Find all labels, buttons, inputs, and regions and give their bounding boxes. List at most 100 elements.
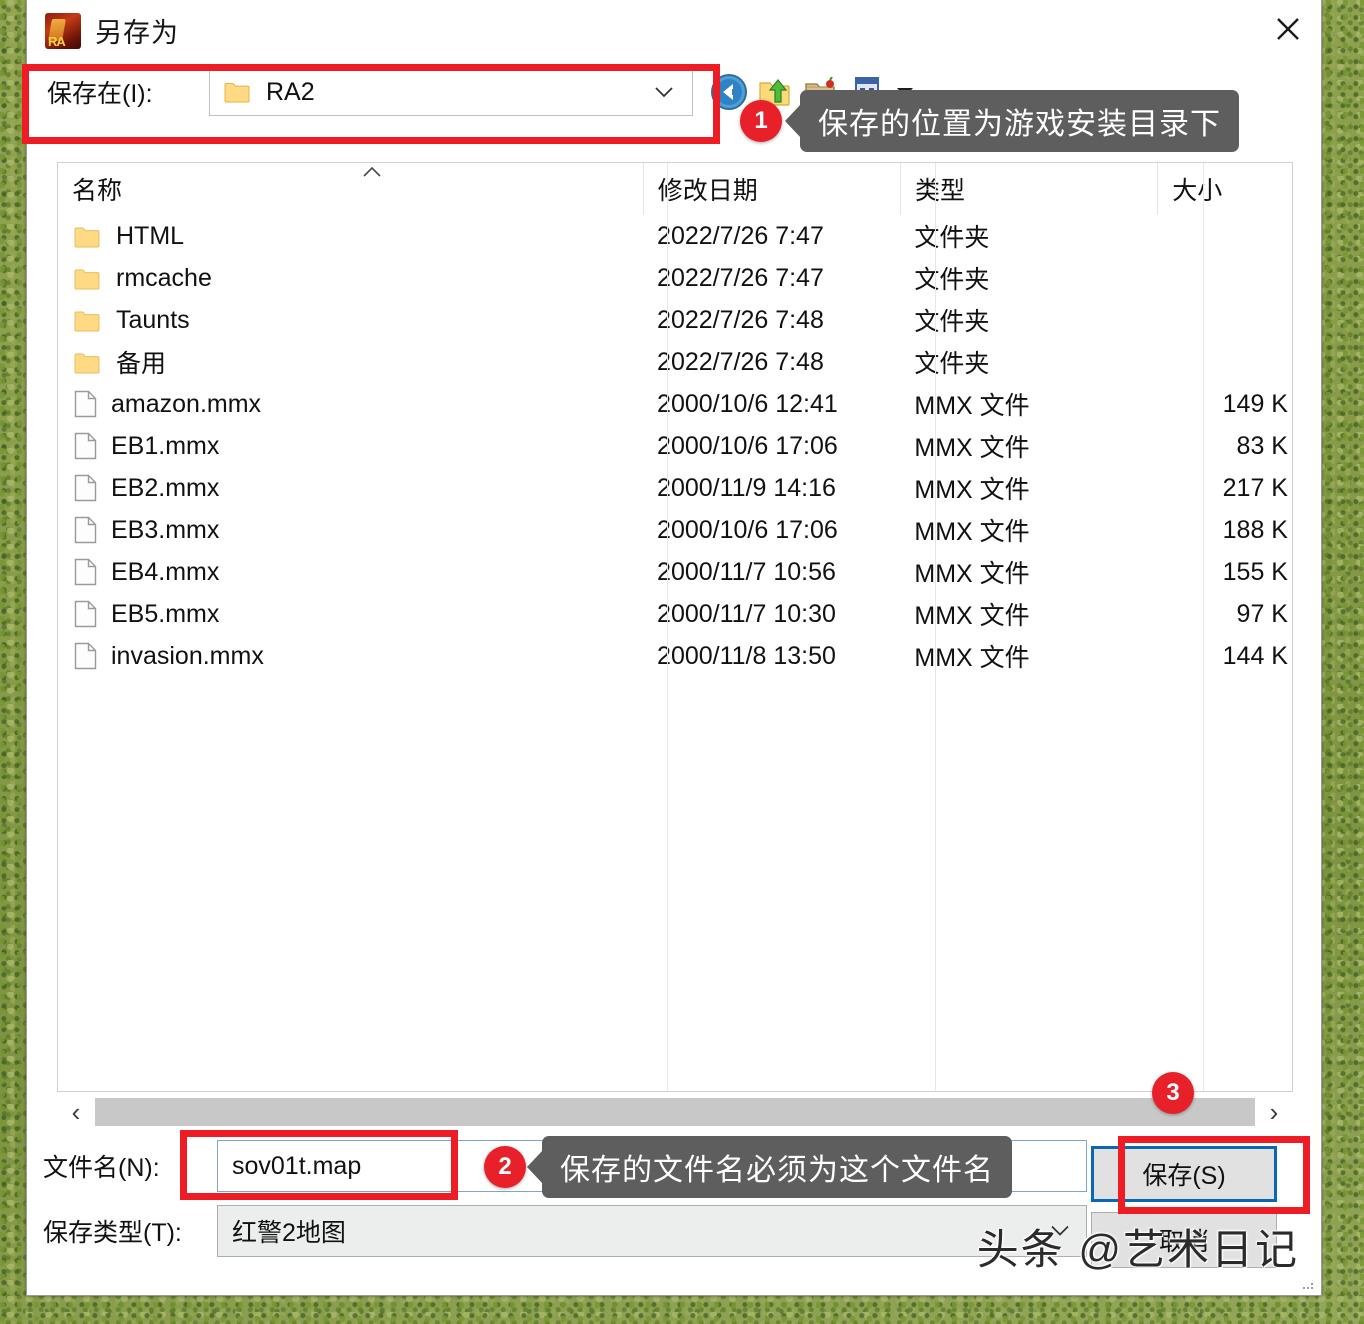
column-header-name[interactable]: 名称 — [58, 163, 643, 215]
file-list[interactable]: 名称 修改日期 类型 大小 HTML 2022/7/26 7:47 文件夹 rmcac… — [57, 162, 1293, 1092]
scrollbar-thumb[interactable] — [95, 1098, 1255, 1126]
cell-date: 2000/10/6 12:41 — [657, 389, 838, 418]
cell-name: EB5.mmx — [58, 600, 643, 629]
column-header-size[interactable]: 大小 — [1157, 163, 1292, 215]
watermark: 头条 @艺术日记 — [976, 1226, 1299, 1273]
table-row[interactable]: EB3.mmx 2000/10/6 17:06 MMX 文件 188 K — [58, 509, 1292, 551]
cell-size: 97 K — [1236, 599, 1288, 628]
chevron-down-icon[interactable] — [654, 86, 674, 99]
folder-icon — [74, 269, 100, 289]
cell-name: HTML — [58, 222, 643, 251]
cell-name: EB4.mmx — [58, 558, 643, 587]
file-name-label: amazon.mmx — [111, 389, 262, 418]
cell-date: 2000/10/6 17:06 — [657, 515, 838, 544]
look-in-combobox[interactable]: RA2 — [209, 68, 693, 116]
resize-grip-icon[interactable] — [1301, 1277, 1315, 1291]
file-icon — [74, 516, 97, 544]
look-in-label: 保存在(I): — [47, 80, 153, 108]
horizontal-scrollbar[interactable]: ‹ › — [57, 1094, 1293, 1130]
save-button[interactable]: 保存(S) — [1091, 1146, 1277, 1202]
cell-date: 2022/7/26 7:47 — [657, 221, 824, 250]
sort-ascending-icon — [363, 166, 381, 177]
file-icon — [74, 558, 97, 586]
cell-type: 文件夹 — [914, 224, 990, 252]
cell-type: MMX 文件 — [914, 602, 1030, 630]
step-badge-3: 3 — [1152, 1072, 1194, 1114]
close-icon[interactable] — [1255, 0, 1321, 58]
cell-size: 188 K — [1222, 515, 1288, 544]
cell-date: 2000/11/8 13:50 — [657, 641, 836, 670]
file-name-label: EB1.mmx — [111, 431, 220, 460]
cell-name: EB1.mmx — [58, 432, 643, 461]
title-bar: 另存为 — [27, 0, 1321, 61]
table-row[interactable]: EB2.mmx 2000/11/9 14:16 MMX 文件 217 K — [58, 467, 1292, 509]
cell-date: 2000/11/7 10:56 — [657, 557, 836, 586]
file-name-label: invasion.mmx — [111, 641, 264, 670]
table-row[interactable]: HTML 2022/7/26 7:47 文件夹 — [58, 215, 1292, 257]
table-row[interactable]: amazon.mmx 2000/10/6 12:41 MMX 文件 149 K — [58, 383, 1292, 425]
table-row[interactable]: 备用 2022/7/26 7:48 文件夹 — [58, 341, 1292, 383]
cell-type: MMX 文件 — [914, 434, 1030, 462]
cell-name: Taunts — [58, 306, 643, 335]
scroll-right-arrow[interactable]: › — [1255, 1094, 1293, 1130]
filetype-row: 保存类型(T): 红警2地图 — [35, 1205, 1087, 1257]
file-list-header: 名称 修改日期 类型 大小 — [58, 163, 1292, 215]
file-name-label: rmcache — [116, 263, 212, 292]
cell-type: MMX 文件 — [914, 560, 1030, 588]
table-row[interactable]: EB1.mmx 2000/10/6 17:06 MMX 文件 83 K — [58, 425, 1292, 467]
file-name-label: Taunts — [116, 305, 190, 334]
cell-name: EB3.mmx — [58, 516, 643, 545]
cell-size: 217 K — [1222, 473, 1288, 502]
folder-icon — [74, 227, 100, 247]
cell-type: MMX 文件 — [914, 644, 1030, 672]
table-row[interactable]: EB5.mmx 2000/11/7 10:30 MMX 文件 97 K — [58, 593, 1292, 635]
cell-type: MMX 文件 — [914, 476, 1030, 504]
folder-icon — [74, 311, 100, 331]
table-row[interactable]: EB4.mmx 2000/11/7 10:56 MMX 文件 155 K — [58, 551, 1292, 593]
cell-date: 2000/11/9 14:16 — [657, 473, 836, 502]
cell-name: 备用 — [58, 344, 643, 380]
filename-label: 文件名(N): — [43, 1154, 160, 1182]
folder-icon — [74, 353, 100, 373]
cell-size: 144 K — [1222, 641, 1288, 670]
file-list-rows[interactable]: HTML 2022/7/26 7:47 文件夹 rmcache 2022/7/26 7:… — [58, 215, 1292, 677]
filetype-select[interactable]: 红警2地图 — [217, 1205, 1087, 1257]
file-name-label: EB3.mmx — [111, 515, 220, 544]
cell-name: EB2.mmx — [58, 474, 643, 503]
file-icon — [74, 642, 97, 670]
ra2-app-icon — [45, 12, 81, 49]
file-name-label: HTML — [116, 221, 185, 250]
cell-size: 83 K — [1236, 431, 1288, 460]
back-arrow-icon[interactable] — [709, 72, 749, 112]
file-icon — [74, 432, 97, 460]
file-name-label: 备用 — [116, 350, 167, 378]
cell-date: 2022/7/26 7:48 — [657, 305, 824, 334]
cell-type: 文件夹 — [914, 266, 990, 294]
cell-type: MMX 文件 — [914, 518, 1030, 546]
filetype-label: 保存类型(T): — [43, 1219, 182, 1247]
scroll-left-arrow[interactable]: ‹ — [57, 1094, 95, 1130]
table-row[interactable]: Taunts 2022/7/26 7:48 文件夹 — [58, 299, 1292, 341]
column-header-type[interactable]: 类型 — [900, 163, 1157, 215]
close-glyph — [1277, 18, 1299, 40]
callout-2: 保存的文件名必须为这个文件名 — [542, 1136, 1012, 1198]
cell-date: 2000/11/7 10:30 — [657, 599, 836, 628]
table-row[interactable]: invasion.mmx 2000/11/8 13:50 MMX 文件 144 K — [58, 635, 1292, 677]
save-as-dialog: 另存为 保存在(I): RA2 — [26, 0, 1322, 1296]
file-name-label: EB2.mmx — [111, 473, 220, 502]
look-in-value: RA2 — [266, 77, 315, 106]
filetype-value: 红警2地图 — [232, 1219, 346, 1247]
cell-date: 2022/7/26 7:48 — [657, 347, 824, 376]
file-name-label: EB4.mmx — [111, 557, 220, 586]
column-header-date[interactable]: 修改日期 — [642, 163, 900, 215]
scrollbar-track[interactable] — [95, 1098, 1255, 1126]
step-badge-2: 2 — [484, 1146, 526, 1188]
file-icon — [74, 474, 97, 502]
cell-type: MMX 文件 — [914, 392, 1030, 420]
step-badge-1: 1 — [740, 100, 782, 142]
file-icon — [74, 600, 97, 628]
folder-icon — [224, 83, 250, 103]
cell-type: 文件夹 — [914, 308, 990, 336]
cell-date: 2022/7/26 7:47 — [657, 263, 824, 292]
table-row[interactable]: rmcache 2022/7/26 7:47 文件夹 — [58, 257, 1292, 299]
